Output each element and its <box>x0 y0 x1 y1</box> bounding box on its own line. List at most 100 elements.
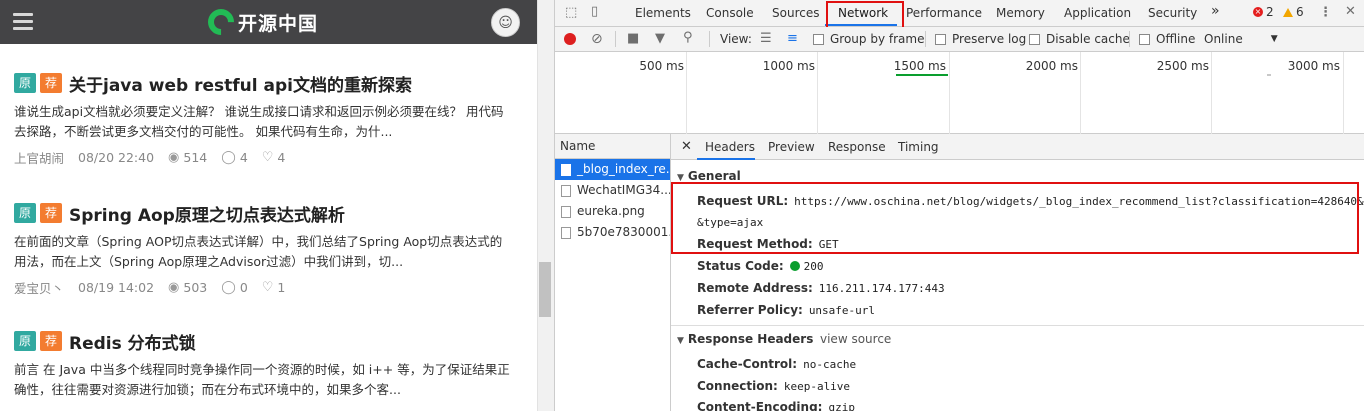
warning-count: 6 <box>1296 5 1304 19</box>
like-count: 4 <box>277 150 286 165</box>
article-summary: 前言 在 Java 中当多个线程同时竞争操作同一个资源的时候，如 i++ 等，为… <box>14 362 510 397</box>
tab-performance[interactable]: Performance <box>906 6 982 20</box>
request-row[interactable]: _blog_index_re... <box>555 159 670 180</box>
recommended-badge: 荐 <box>40 73 62 93</box>
site-brand: 开源中国 <box>238 12 319 35</box>
request-row[interactable]: 5b70e7830001... <box>555 222 670 243</box>
checkbox-icon <box>1029 33 1040 45</box>
network-toolbar: ⊘ ■ ▼ ⚲ View: ☰ ≡ Group by frame Preserv… <box>555 27 1364 52</box>
record-button[interactable] <box>564 33 576 45</box>
name-column-header[interactable]: Name <box>555 134 670 159</box>
original-badge: 原 <box>14 331 36 351</box>
status-code-label: Status Code: <box>697 259 784 273</box>
cache-control-value: no-cache <box>803 358 857 371</box>
disable-cache-checkbox[interactable]: Disable cache <box>1029 32 1130 46</box>
status-ok-icon <box>789 261 800 271</box>
close-detail-icon[interactable]: ✕ <box>681 139 692 154</box>
tab-console[interactable]: Console <box>706 6 754 20</box>
general-section-toggle[interactable]: ▼ General <box>677 169 741 183</box>
warning-counter[interactable]: 6 <box>1283 5 1304 19</box>
clear-icon[interactable]: ⊘ <box>591 31 603 47</box>
tab-memory[interactable]: Memory <box>996 6 1045 20</box>
article-author[interactable]: 上官胡闹 <box>14 148 64 167</box>
tab-headers[interactable]: Headers <box>705 140 755 154</box>
group-by-frame-checkbox[interactable]: Group by frame <box>813 32 924 46</box>
article-author[interactable]: 爱宝贝丶 <box>14 278 64 297</box>
list-item[interactable]: 原 荐 Redis 分布式锁 前言 在 Java 中当多个线程同时竞争操作同一个… <box>14 330 514 400</box>
menu-icon[interactable] <box>13 13 33 31</box>
heart-icon: ♡ <box>261 150 274 165</box>
timeline-tick: 2000 ms <box>1025 59 1078 73</box>
timeline-tick: 1000 ms <box>762 59 815 73</box>
device-toolbar-icon[interactable]: ▯ <box>591 4 598 19</box>
devtools-panel: ⬚ ▯ Elements Console Sources Network Per… <box>554 0 1364 411</box>
cache-control-label: Cache-Control: <box>697 357 798 371</box>
general-section-title: General <box>687 169 741 183</box>
content-encoding-row: Content-Encoding: gzip <box>697 400 855 411</box>
response-headers-toggle[interactable]: ▼ Response Headers <box>677 332 813 346</box>
request-name: 5b70e7830001... <box>577 225 670 239</box>
list-item[interactable]: 原 荐 Spring Aop原理之切点表达式解析 在前面的文章（Spring A… <box>14 202 514 297</box>
more-tabs-button[interactable]: » <box>1211 3 1220 19</box>
tab-preview[interactable]: Preview <box>768 140 815 154</box>
page-scrollbar-thumb[interactable] <box>539 262 551 317</box>
request-list: Name _blog_index_re... WechatIMG34... eu… <box>555 134 671 411</box>
site-logo[interactable]: 开源中国 <box>202 3 319 41</box>
checkbox-icon <box>813 33 824 45</box>
disable-cache-label: Disable cache <box>1046 32 1130 46</box>
caret-down-icon: ▼ <box>677 336 684 346</box>
remote-address-label: Remote Address: <box>697 281 813 295</box>
article-title[interactable]: Redis 分布式锁 <box>69 329 196 354</box>
cache-control-row: Cache-Control: no-cache <box>697 357 856 371</box>
tab-application[interactable]: Application <box>1064 6 1131 20</box>
request-row[interactable]: eureka.png <box>555 201 670 222</box>
referrer-policy-label: Referrer Policy: <box>697 303 803 317</box>
article-title[interactable]: 关于java web restful api文档的重新探索 <box>69 71 412 96</box>
throttling-select[interactable]: Online ▼ <box>1204 32 1278 46</box>
error-counter[interactable]: × 2 <box>1253 5 1274 19</box>
article-date: 08/20 22:40 <box>78 150 155 165</box>
referrer-policy-row: Referrer Policy: unsafe-url <box>697 303 875 317</box>
list-item[interactable]: 原 荐 关于java web restful api文档的重新探索 谁说生成ap… <box>14 72 514 167</box>
close-icon[interactable]: ✕ <box>1345 4 1356 19</box>
camera-icon[interactable]: ■ <box>627 31 639 46</box>
network-overview-timeline[interactable]: 500 ms 1000 ms 1500 ms 2000 ms 2500 ms 3… <box>555 52 1364 134</box>
recommended-badge: 荐 <box>40 331 62 351</box>
status-code-value: 200 <box>803 260 824 273</box>
tab-security[interactable]: Security <box>1148 6 1197 20</box>
preserve-log-checkbox[interactable]: Preserve log <box>935 32 1026 46</box>
view-source-link[interactable]: view source <box>820 332 891 346</box>
offline-label: Offline <box>1156 32 1196 46</box>
tab-timing[interactable]: Timing <box>898 140 939 154</box>
recommended-badge: 荐 <box>40 203 62 223</box>
avatar[interactable]: ☺ <box>491 8 520 37</box>
response-headers-title: Response Headers <box>687 332 814 346</box>
filter-icon[interactable]: ▼ <box>655 31 665 46</box>
active-detail-tab-indicator <box>697 158 755 160</box>
offline-checkbox[interactable]: Offline <box>1139 32 1195 46</box>
kebab-menu-icon[interactable]: ⋮ <box>1319 5 1332 20</box>
detail-tab-bar: ✕ Headers Preview Response Timing <box>671 134 1364 160</box>
error-count: 2 <box>1266 5 1274 19</box>
request-name: eureka.png <box>577 204 645 218</box>
tab-sources[interactable]: Sources <box>772 6 819 20</box>
oschina-mobile-page: 开源中国 ☺ 原 荐 关于java web restful api文档的重新探索… <box>0 0 537 411</box>
tab-elements[interactable]: Elements <box>635 6 691 20</box>
large-rows-icon[interactable]: ☰ <box>760 31 772 46</box>
referrer-policy-value: unsafe-url <box>808 304 876 317</box>
view-count: 503 <box>183 280 208 295</box>
timeline-tick: 500 ms <box>639 59 684 73</box>
waterfall-icon[interactable]: ≡ <box>787 31 798 46</box>
remote-address-value: 116.211.174.177:443 <box>818 282 945 295</box>
view-label: View: <box>720 32 752 46</box>
article-title[interactable]: Spring Aop原理之切点表达式解析 <box>69 201 345 226</box>
request-row[interactable]: WechatIMG34... <box>555 180 670 201</box>
file-icon <box>561 226 571 239</box>
record-icon <box>564 33 576 45</box>
inspect-element-icon[interactable]: ⬚ <box>565 5 577 20</box>
error-icon: × <box>1253 7 1263 17</box>
article-summary: 在前面的文章（Spring AOP切点表达式详解）中，我们总结了Spring A… <box>14 234 503 269</box>
page-scrollbar[interactable] <box>537 0 554 411</box>
tab-response[interactable]: Response <box>828 140 886 154</box>
search-icon[interactable]: ⚲ <box>683 30 693 45</box>
